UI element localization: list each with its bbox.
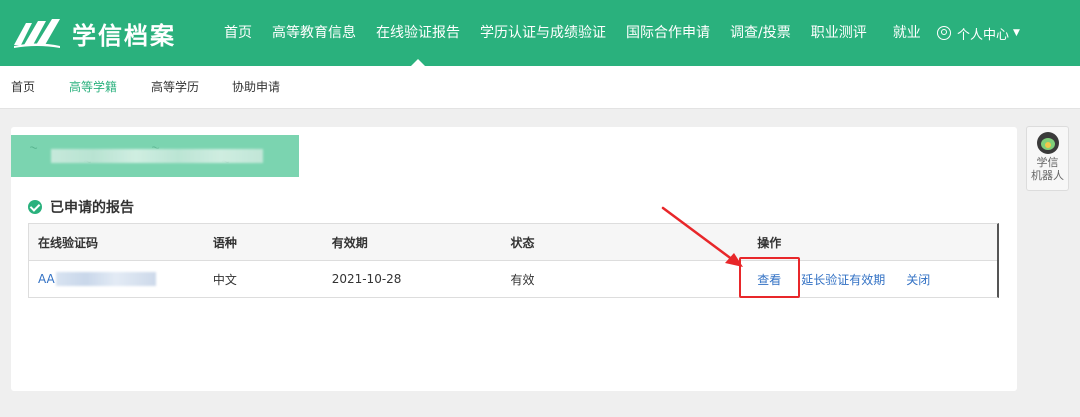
subnav-higher-degree[interactable]: 高等学历 [151, 66, 199, 109]
sub-navbar: 首页 高等学籍 高等学历 协助申请 [0, 66, 1080, 109]
subnav-assist-apply[interactable]: 协助申请 [232, 66, 280, 109]
section-title: 已申请的报告 [28, 197, 134, 217]
nav-degree-certification[interactable]: 学历认证与成绩验证 [480, 0, 606, 66]
robot-label-line2: 机器人 [1031, 169, 1064, 182]
cell-valid-until: 2021-10-28 [331, 272, 402, 286]
user-icon [937, 26, 951, 40]
assistant-robot-button[interactable]: 学信 机器人 [1026, 126, 1069, 191]
nav-survey-vote[interactable]: 调查/投票 [730, 0, 791, 66]
annotation-arrow [661, 206, 743, 267]
table-row: AA 中文 2021-10-28 有效 查看 延长验证有效期 关闭 [29, 256, 997, 298]
redacted-info [51, 149, 263, 163]
nav-employment[interactable]: 就业 [893, 0, 921, 66]
nav-home[interactable]: 首页 [224, 0, 252, 66]
caret-down-icon: ▼ [1013, 28, 1020, 38]
close-button[interactable]: 关闭 [906, 271, 930, 288]
site-logo[interactable]: 学信档案 [12, 16, 176, 50]
check-circle-icon [28, 200, 42, 214]
header-actions: 操作 [757, 235, 782, 250]
subnav-home[interactable]: 首页 [11, 66, 35, 109]
robot-label-line1: 学信 [1036, 156, 1059, 169]
logo-text: 学信档案 [72, 21, 176, 50]
nav-online-verification-report[interactable]: 在线验证报告 [376, 0, 460, 66]
main-nav: 首页 高等教育信息 在线验证报告 学历认证与成绩验证 国际合作申请 调查/投票 … [224, 0, 941, 66]
cell-actions: 查看 延长验证有效期 关闭 [739, 256, 997, 298]
nav-international-cooperation[interactable]: 国际合作申请 [626, 0, 710, 66]
header-verification-code: 在线验证码 [38, 235, 99, 250]
nav-career-assessment[interactable]: 职业测评 [811, 0, 867, 66]
top-navbar: 学信档案 首页 高等教育信息 在线验证报告 学历认证与成绩验证 国际合作申请 调… [0, 0, 1080, 66]
blurred-watermark-banner: ~ ~ ~ ~ [11, 135, 299, 177]
table-header: 在线验证码 语种 有效期 状态 操作 [29, 224, 997, 261]
cell-verification-code: AA [29, 272, 213, 286]
extend-validity-button[interactable]: 延长验证有效期 [801, 271, 885, 288]
robot-icon [1036, 132, 1059, 154]
view-button[interactable]: 查看 [739, 256, 801, 298]
logo-icon [14, 19, 60, 48]
report-table: 在线验证码 语种 有效期 状态 操作 AA 中文 2021-10-28 有效 查… [28, 223, 999, 298]
section-title-text: 已申请的报告 [50, 200, 134, 216]
header-valid-until: 有效期 [331, 235, 368, 250]
cell-language: 中文 [212, 272, 237, 287]
subnav-higher-enrollment[interactable]: 高等学籍 [69, 66, 117, 109]
header-language: 语种 [212, 235, 237, 250]
personal-center-label: 个人中心 [957, 27, 1010, 43]
watermark-pattern: ~ [27, 140, 40, 155]
main-panel: ~ ~ ~ ~ 已申请的报告 在线验证码 语种 有效期 状态 操作 AA 中文 … [11, 127, 1017, 391]
verification-code-link[interactable]: AA [38, 272, 213, 286]
personal-center-menu[interactable]: 个人中心 ▼ [937, 0, 1020, 66]
nav-higher-education-info[interactable]: 高等教育信息 [272, 0, 356, 66]
code-prefix: AA [38, 272, 55, 286]
redacted-code [55, 272, 156, 286]
